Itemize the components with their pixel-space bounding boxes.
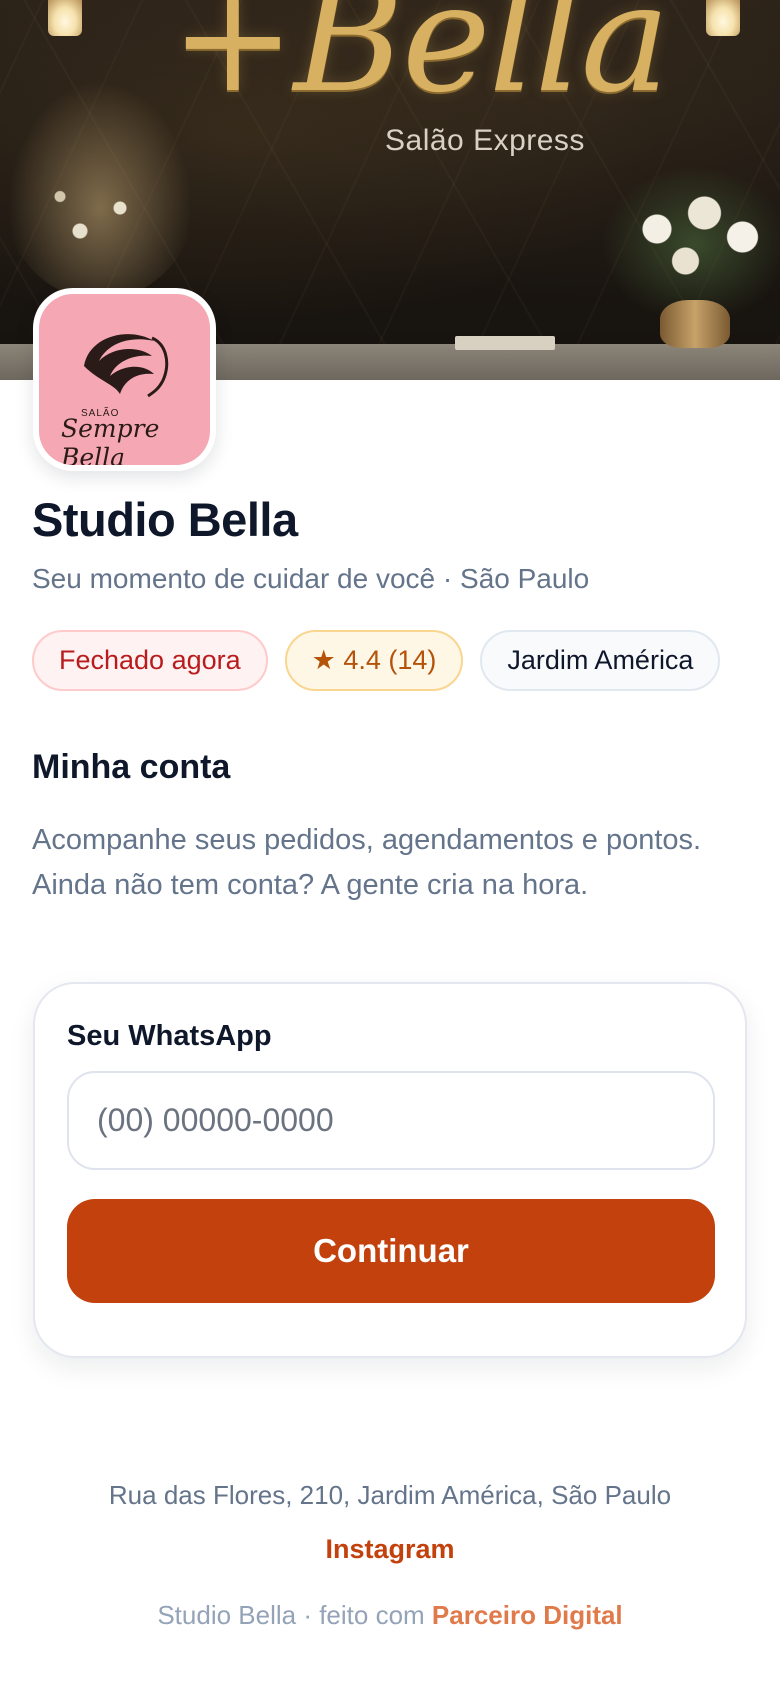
business-logo: SALÃO Sempre Bella: [33, 288, 216, 471]
whatsapp-label: Seu WhatsApp: [67, 1020, 272, 1052]
cover-brand-script: +Bella: [170, 0, 670, 126]
footer-credit-text: Studio Bella · feito com: [157, 1600, 432, 1630]
business-tagline: Seu momento de cuidar de você · São Paul…: [32, 563, 590, 594]
logo-script-text: Sempre Bella: [61, 414, 160, 465]
partner-link[interactable]: Parceiro Digital: [432, 1600, 623, 1630]
info-chips: Fechado agora ★ 4.4 (14) Jardim América: [32, 630, 721, 691]
page: +Bella Salão Express SALÃO Sempre Bella …: [0, 0, 780, 1688]
footer-credit: Studio Bella · feito com Parceiro Digita…: [0, 1600, 780, 1631]
book: [455, 336, 555, 350]
cover-brand-subtitle: Salão Express: [385, 124, 585, 157]
logo-badge: SALÃO Sempre Bella: [39, 294, 210, 465]
rating-badge[interactable]: ★ 4.4 (14): [284, 630, 464, 691]
lamp-left: [48, 0, 82, 36]
lamp-right: [706, 0, 740, 36]
account-section-title: Minha conta: [32, 748, 231, 786]
continue-button[interactable]: Continuar: [67, 1199, 715, 1303]
whatsapp-input[interactable]: [67, 1071, 715, 1170]
gold-vase: [660, 300, 730, 348]
instagram-link[interactable]: Instagram: [0, 1534, 780, 1565]
login-card: Seu WhatsApp Continuar: [33, 982, 747, 1358]
hair-silhouette-icon: [84, 334, 169, 398]
neighborhood-badge: Jardim América: [480, 630, 721, 691]
account-description: Acompanhe seus pedidos, agendamentos e p…: [32, 824, 702, 901]
status-badge: Fechado agora: [32, 630, 268, 691]
business-name: Studio Bella: [32, 493, 298, 546]
footer-address: Rua das Flores, 210, Jardim América, São…: [108, 1480, 672, 1510]
